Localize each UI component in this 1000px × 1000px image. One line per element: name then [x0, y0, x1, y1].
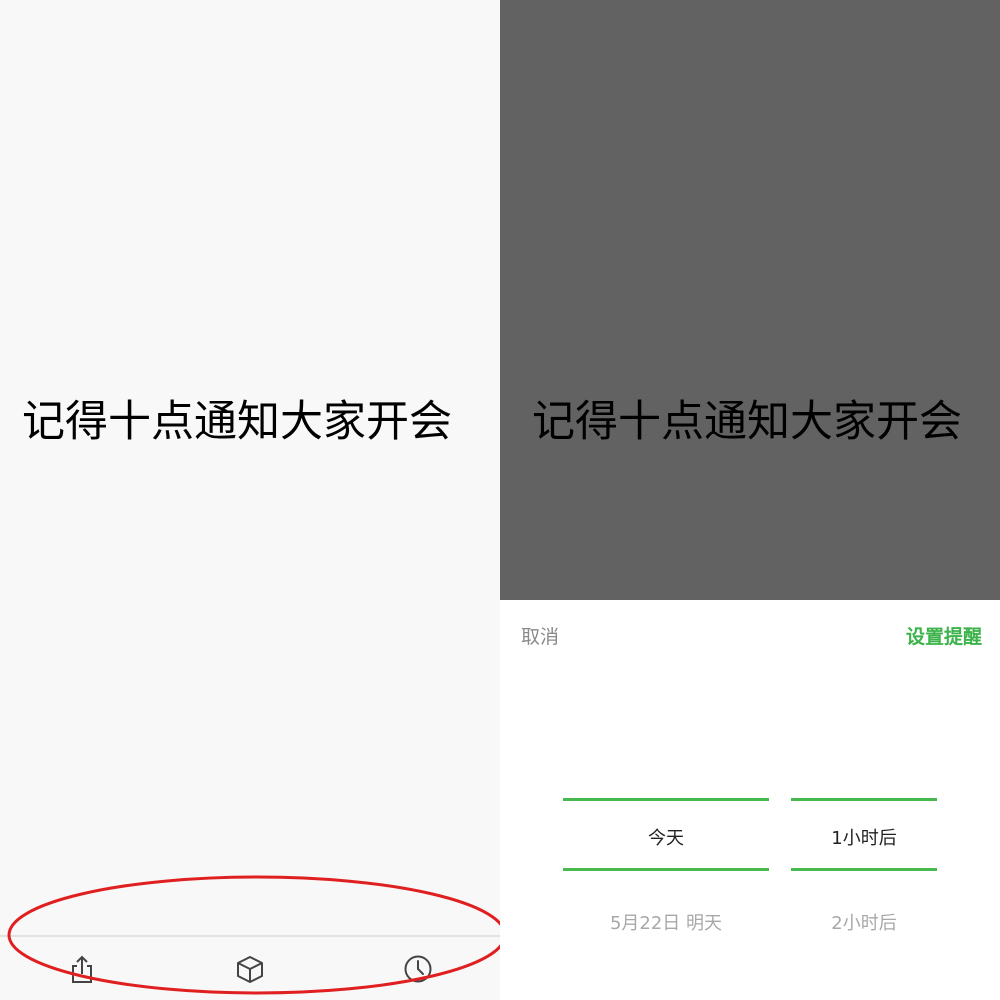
- note-view: 记得十点通知大家开会: [0, 0, 500, 1000]
- share-button[interactable]: [64, 951, 100, 987]
- reminder-button[interactable]: [400, 951, 436, 987]
- note-text[interactable]: 记得十点通知大家开会: [0, 396, 500, 448]
- date-option-selected[interactable]: 今天: [563, 824, 769, 850]
- hour-picker[interactable]: 1小时后 2小时后: [791, 680, 937, 1000]
- dimmed-overlay[interactable]: 记得十点通知大家开会: [500, 0, 1000, 600]
- box-button[interactable]: [232, 951, 268, 987]
- date-option-next[interactable]: 5月22日 明天: [563, 909, 769, 935]
- note-text-dimmed: 记得十点通知大家开会: [532, 397, 962, 447]
- bottom-toolbar: [0, 935, 500, 1000]
- reminder-view: 记得十点通知大家开会 取消 设置提醒 今天 5月22日 明天 1小时后 2小时后: [500, 0, 1000, 1000]
- picker-divider-bottom: [791, 868, 937, 871]
- share-icon: [72, 955, 92, 983]
- hour-option-selected[interactable]: 1小时后: [791, 824, 937, 850]
- picker-divider-top: [563, 798, 769, 801]
- picker-divider-bottom: [563, 868, 769, 871]
- date-picker[interactable]: 今天 5月22日 明天: [563, 680, 769, 1000]
- reminder-sheet: 取消 设置提醒 今天 5月22日 明天 1小时后 2小时后: [500, 600, 1000, 1000]
- picker-divider-top: [791, 798, 937, 801]
- hour-option-next[interactable]: 2小时后: [791, 909, 937, 935]
- set-reminder-button[interactable]: 设置提醒: [906, 622, 982, 649]
- box-icon: [237, 956, 263, 983]
- clock-icon: [404, 955, 432, 983]
- cancel-button[interactable]: 取消: [521, 622, 559, 649]
